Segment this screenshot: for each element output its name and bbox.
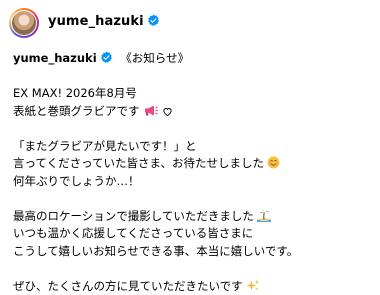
caption-line: 「またグラビアが見たいです！」と [13,138,373,156]
caption-line: 何年ぶりでしょうか…！ [13,173,373,191]
caption-line-with-emoji: 言ってくださっていた皆さま、お待たせしました [13,155,373,173]
caption-title: 《お知らせ》 [120,51,189,65]
blank-line [13,190,373,208]
caption-line-with-emoji: ぜひ、たくさんの方に見ていただきたいです [13,278,373,295]
verified-badge-icon [147,14,160,27]
verified-badge-icon [100,51,113,64]
sparkles-icon [246,279,260,292]
smiling-face-icon [267,156,280,169]
avatar-story-ring[interactable] [9,8,39,38]
caption-line: ぜひ、たくさんの方に見ていただきたいです [13,279,243,293]
post-header: yume_hazuki [0,0,380,48]
blank-line [13,260,373,278]
caption-username[interactable]: yume_hazuki [13,51,97,65]
post-caption: yume_hazuki 《お知らせ》 EX MAX! 2026年8月号 表紙と巻… [13,50,373,295]
header-username[interactable]: yume_hazuki [48,14,144,29]
caption-line: 最高のロケーションで撮影していただきました [13,209,254,223]
caption-first-line: yume_hazuki 《お知らせ》 [13,50,373,68]
palm-tree-island-icon [257,209,271,222]
header-username-row: yume_hazuki [48,14,160,29]
caption-line-with-emoji: 表紙と巻頭グラビアです [13,103,373,121]
heart-outline-icon [162,106,173,117]
profile-photo [12,11,36,35]
caption-line: いつも温かく応援してくださっている皆さまに [13,225,373,243]
caption-line: こうして嬉しいお知らせできる事、本当に嬉しいです。 [13,243,373,261]
megaphone-icon [143,104,159,117]
avatar[interactable] [11,10,37,36]
blank-line [13,120,373,138]
caption-line: 言ってくださっていた皆さま、お待たせしました [13,156,264,170]
caption-line: 表紙と巻頭グラビアです [13,104,140,118]
caption-line-with-emoji: 最高のロケーションで撮影していただきました [13,208,373,226]
blank-line [13,68,373,86]
caption-line: EX MAX! 2026年8月号 [13,85,373,103]
